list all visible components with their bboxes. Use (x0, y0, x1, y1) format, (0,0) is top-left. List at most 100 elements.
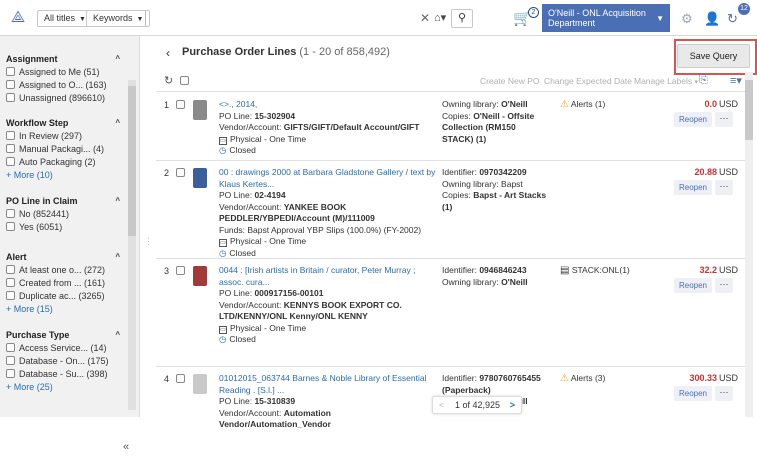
chevron-up-icon[interactable]: ^ (115, 116, 120, 130)
select-all-checkbox[interactable] (180, 76, 193, 86)
purchase-type-text: Physical - One Time (230, 133, 307, 144)
facet-checkbox[interactable] (6, 209, 15, 218)
facet-title[interactable]: Alert ^ (6, 250, 126, 264)
facet-checkbox[interactable] (6, 67, 15, 76)
facet-checkbox[interactable] (6, 369, 15, 378)
facet-option[interactable]: Assigned to O... (163) (6, 79, 126, 92)
institution-switcher[interactable]: O'Neill - ONL Acquisition Department ▼ (542, 4, 670, 32)
facet-checkbox[interactable] (6, 131, 15, 140)
reopen-button[interactable]: Reopen (674, 112, 712, 127)
facet-group: Workflow Step ^ In Review (297) Manual Pack… (6, 116, 126, 182)
facet-checkbox[interactable] (6, 343, 15, 352)
facet-option[interactable]: Access Service... (14) (6, 342, 126, 355)
search-button[interactable]: ⚲ (451, 9, 473, 28)
facet-option[interactable]: Manual Packagi... (4) (6, 143, 126, 156)
item-title-link[interactable]: 00 : drawings 2000 at Barbara Gladstone … (219, 167, 441, 190)
facet-title-text: Alert (6, 252, 27, 262)
alerts-indicator[interactable]: ⚠ Alerts (3) (560, 373, 605, 384)
item-thumbnail[interactable] (193, 100, 207, 120)
show-more-link[interactable]: + More (10) (6, 169, 126, 182)
facet-option[interactable]: Database - Su... (398) (6, 368, 126, 381)
sidebar-scroll-thumb[interactable] (128, 86, 136, 236)
location-indicator[interactable]: ▤ STACK:ONL(1) (560, 265, 630, 276)
alma-logo-icon[interactable]: ⟁ (8, 8, 28, 28)
user-icon[interactable]: 👤 (704, 11, 720, 27)
refresh-icon[interactable]: ↻ (164, 74, 173, 87)
reopen-button[interactable]: Reopen (674, 386, 712, 401)
alerts-indicator[interactable]: ⚠ Alerts (1) (560, 99, 605, 110)
status-text: Closed (229, 247, 256, 258)
facet-checkbox[interactable] (6, 356, 15, 365)
more-actions-button[interactable]: ··· (715, 180, 733, 195)
facet-checkbox[interactable] (6, 265, 15, 274)
facet-group: Purchase Type ^ Access Service... (14) Data… (6, 328, 126, 394)
facet-checkbox[interactable] (6, 291, 15, 300)
facet-checkbox[interactable] (6, 80, 15, 89)
save-query-button[interactable]: Save Query (677, 44, 750, 68)
more-actions-button[interactable]: ··· (715, 386, 733, 401)
search-scope-dropdown[interactable]: All titles ▼ (37, 10, 93, 27)
facet-option[interactable]: Assigned to Me (51) (6, 66, 126, 79)
clear-search-icon[interactable]: ✕ (420, 10, 430, 27)
clock-icon: ◷ (219, 145, 227, 155)
export-icon[interactable]: ⎘ (699, 74, 708, 87)
more-actions-button[interactable]: ··· (715, 112, 733, 127)
chevron-up-icon[interactable]: ^ (115, 52, 120, 66)
row-checkbox[interactable] (176, 374, 189, 384)
facet-option[interactable]: Auto Packaging (2) (6, 156, 126, 169)
item-thumbnail[interactable] (193, 168, 207, 188)
next-page-button[interactable]: > (510, 397, 515, 413)
search-home-icon[interactable]: ⌂▾ (434, 10, 446, 27)
item-title-link[interactable]: <>., 2014, (219, 99, 441, 111)
row-checkbox[interactable] (176, 266, 189, 276)
facet-option[interactable]: No (852441) (6, 208, 126, 221)
facet-title[interactable]: Assignment ^ (6, 52, 126, 66)
facet-option[interactable]: Created from ... (161) (6, 277, 126, 290)
clock-icon: ◷ (219, 247, 227, 258)
row-checkbox[interactable] (176, 168, 189, 178)
facet-checkbox[interactable] (6, 157, 15, 166)
show-more-link[interactable]: + More (25) (6, 381, 126, 394)
reopen-button[interactable]: Reopen (674, 180, 712, 195)
more-actions-button[interactable]: ··· (715, 278, 733, 293)
facet-checkbox[interactable] (6, 144, 15, 153)
manage-labels-button[interactable]: Manage Labels ▾ (634, 76, 698, 86)
divider (156, 160, 746, 161)
row-checkbox[interactable] (176, 100, 189, 110)
list-view-icon[interactable]: ≡▾ (730, 74, 742, 87)
create-new-po-button[interactable]: Create New PO (480, 76, 540, 86)
facet-title[interactable]: PO Line in Claim ^ (6, 194, 126, 208)
reopen-button[interactable]: Reopen (674, 278, 712, 293)
facet-option[interactable]: In Review (297) (6, 130, 126, 143)
search-scope-label: All titles (44, 13, 76, 23)
facet-option[interactable]: Yes (6051) (6, 221, 126, 234)
chevron-up-icon[interactable]: ^ (115, 194, 120, 208)
facet-checkbox[interactable] (6, 93, 15, 102)
facet-option[interactable]: Unassigned (896610) (6, 92, 126, 105)
change-expected-date-button[interactable]: Change Expected Date (544, 76, 632, 86)
search-field-dropdown[interactable]: Keywords ▼ (86, 10, 151, 27)
facet-option[interactable]: At least one o... (272) (6, 264, 126, 277)
help-icon[interactable]: ⚙ (681, 11, 693, 27)
page-title: Purchase Order Lines (1 - 20 of 858,492) (182, 46, 390, 58)
item-thumbnail[interactable] (193, 374, 207, 394)
chevron-up-icon[interactable]: ^ (115, 250, 120, 264)
collapse-sidebar-icon[interactable]: « (123, 441, 129, 453)
facet-checkbox[interactable] (6, 278, 15, 287)
results-scroll-thumb[interactable] (745, 80, 753, 140)
facet-title[interactable]: Purchase Type ^ (6, 328, 126, 342)
item-title-link[interactable]: 0044 : [Irish artists in Britain / curat… (219, 265, 441, 288)
facet-option[interactable]: Duplicate ac... (3265) (6, 290, 126, 303)
previous-page-button[interactable]: < (439, 397, 444, 413)
vendor-label: Vendor/Account: (219, 122, 284, 132)
show-more-link[interactable]: + More (15) (6, 303, 126, 316)
facet-title[interactable]: Workflow Step ^ (6, 116, 126, 130)
back-arrow-icon[interactable]: ‹ (166, 46, 170, 60)
facet-checkbox[interactable] (6, 222, 15, 231)
chevron-up-icon[interactable]: ^ (115, 328, 120, 342)
notifications-icon[interactable]: ↻ (727, 11, 738, 27)
facet-option[interactable]: Database - On... (175) (6, 355, 126, 368)
page-indicator: 1 of 42,925 (455, 400, 501, 410)
item-title-link[interactable]: 01012015_063744 Barnes & Noble Library o… (219, 373, 441, 396)
item-thumbnail[interactable] (193, 266, 207, 286)
